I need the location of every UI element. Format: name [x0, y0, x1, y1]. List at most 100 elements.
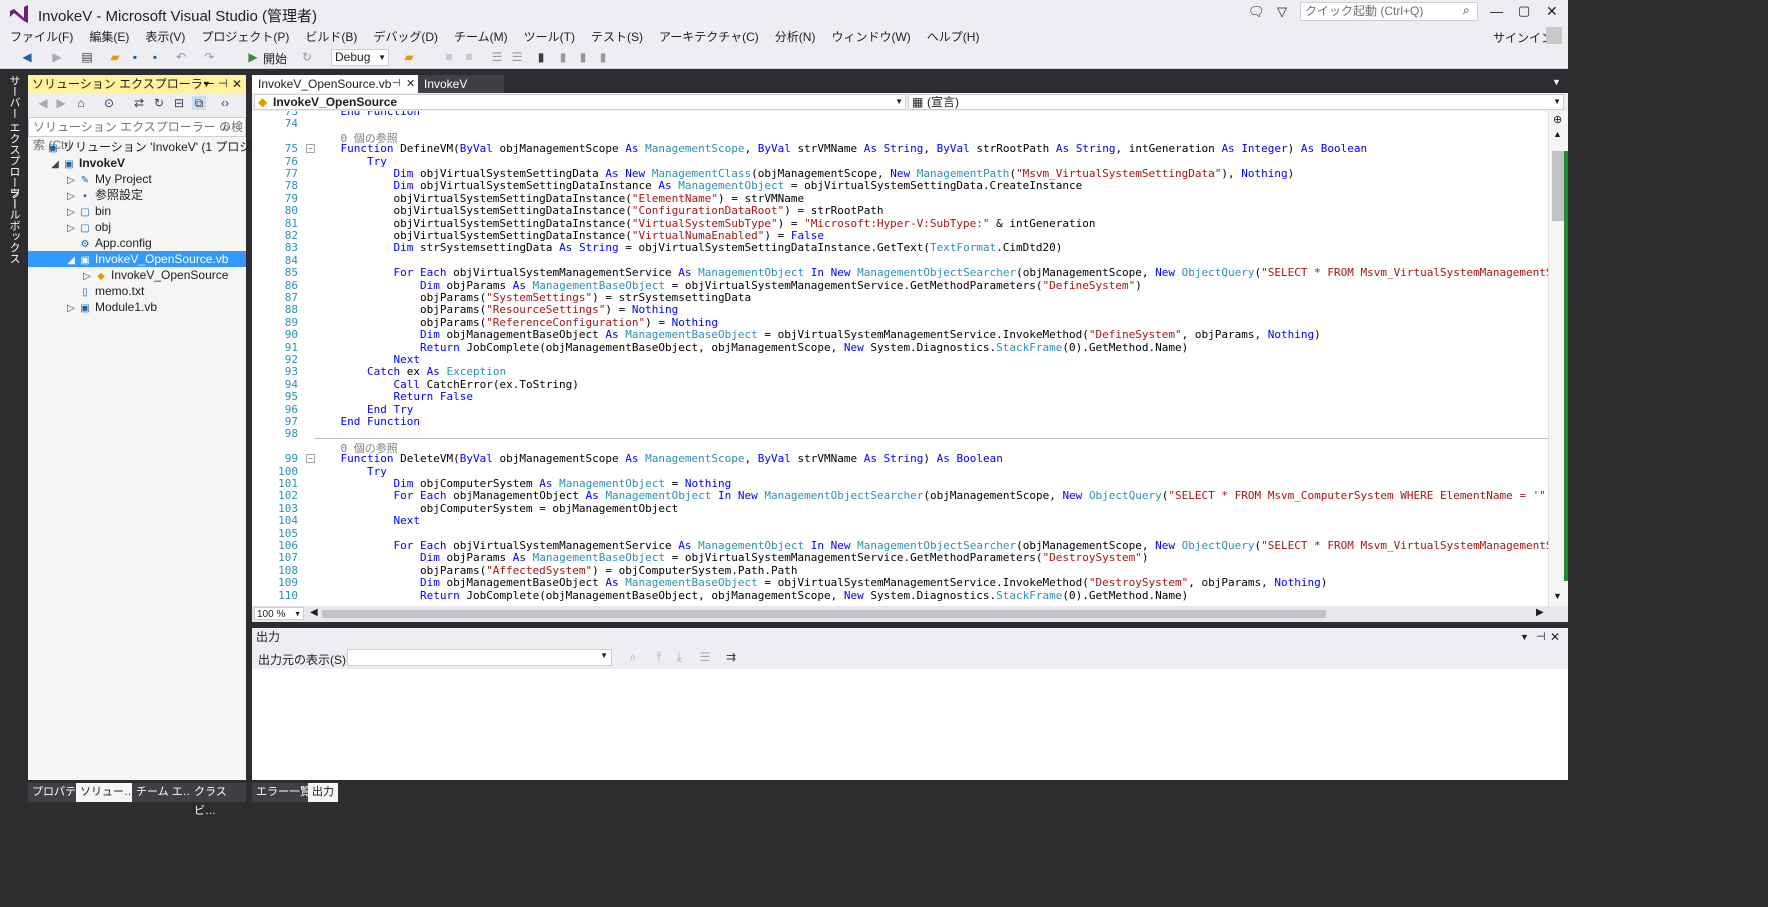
new-project-icon[interactable]: ▤ — [80, 50, 94, 64]
code-line[interactable]: End Function — [314, 415, 420, 428]
solution-explorer-tab[interactable]: ソリュー… — [76, 783, 139, 802]
menu-item[interactable]: プロジェクト(P) — [193, 28, 297, 46]
code-line[interactable]: For Each objManagementObject As Manageme… — [314, 489, 1548, 502]
code-line[interactable]: Dim objVirtualSystemSettingDataInstance … — [314, 179, 1082, 192]
editor-horizontal-scrollbar[interactable]: 100 % ▼ ◀ ▶ — [252, 606, 1568, 622]
clear-bookmarks-icon[interactable]: ▮ — [596, 50, 610, 64]
horizontal-scroll-thumb[interactable] — [322, 610, 1326, 618]
code-line[interactable]: Dim objManagementBaseObject As Managemen… — [314, 328, 1321, 341]
tree-item[interactable]: ▷ ▪ 参照設定 — [28, 187, 246, 203]
code-line[interactable]: Call CatchError(ex.ToString) — [314, 378, 578, 391]
next-bookmark-icon[interactable]: ▮ — [576, 50, 590, 64]
output-source-select[interactable]: ▼ — [347, 649, 612, 666]
zoom-level-select[interactable]: 100 % ▼ — [254, 607, 304, 620]
tree-item[interactable]: ▷ ▢ bin — [28, 203, 246, 219]
expander-icon[interactable]: ▷ — [64, 301, 78, 317]
undo-icon[interactable]: ↶ — [174, 50, 188, 64]
code-line[interactable]: Return JobComplete(objManagementBaseObje… — [314, 589, 1188, 602]
menu-item[interactable]: デバッグ(D) — [365, 28, 446, 46]
collapse-all-icon[interactable]: ⊟ — [172, 96, 186, 110]
code-line[interactable]: Dim objVirtualSystemSettingData As New M… — [314, 167, 1294, 180]
back-icon[interactable]: ◀ — [20, 50, 34, 64]
sync-icon[interactable]: ⇄ — [132, 96, 146, 110]
menu-item[interactable]: ヘルプ(H) — [919, 28, 988, 46]
start-button[interactable]: 開始 — [263, 50, 287, 67]
feedback-icon[interactable]: ▽ — [1277, 4, 1287, 20]
code-line[interactable]: End Function — [314, 111, 420, 118]
panel-close-icon[interactable]: ✕ — [1550, 628, 1560, 647]
output-tab[interactable]: 出力 — [308, 783, 338, 802]
error-list-tab[interactable]: エラー一覧 — [252, 783, 315, 802]
tree-item[interactable]: ▣ ソリューション 'InvokeV' (1 プロジェクト) — [28, 139, 291, 155]
code-line[interactable]: objParams("AffectedSystem") = objCompute… — [314, 564, 798, 577]
code-area[interactable]: End Function 0 個の参照 Function DefineVM(By… — [252, 111, 1548, 606]
scrollbar-thumb[interactable] — [1552, 151, 1564, 221]
comment-icon[interactable]: ☰ — [490, 50, 504, 64]
class-view-tab[interactable]: クラス ビ… — [190, 783, 246, 817]
back-icon[interactable]: ◀ — [36, 96, 50, 110]
tab-invokev-opensource-vb[interactable]: InvokeV_OpenSource.vb ⊣ ✕ — [252, 75, 418, 93]
pin-icon[interactable]: ⊣ — [1536, 628, 1546, 647]
uncomment-icon[interactable]: ☰ — [510, 50, 524, 64]
editor-vertical-scrollbar[interactable]: ⊕ ▲ ▼ — [1548, 111, 1568, 606]
forward-icon[interactable]: ▶ — [50, 50, 64, 64]
code-line[interactable]: Catch ex As Exception — [314, 365, 506, 378]
menu-item[interactable]: アーキテクチャ(C) — [651, 28, 767, 46]
code-line[interactable]: objVirtualSystemSettingDataInstance("Con… — [314, 204, 883, 217]
scroll-up-icon[interactable]: ▲ — [1553, 129, 1562, 139]
code-line[interactable]: Next — [314, 514, 420, 527]
tab-invokev[interactable]: InvokeV — [418, 75, 504, 93]
pending-changes-filter-icon[interactable]: ⊙ — [102, 96, 116, 110]
solution-configuration-select[interactable]: Debug ▼ — [331, 49, 389, 66]
close-button[interactable]: ✕ — [1546, 3, 1558, 20]
code-line[interactable]: End Try — [314, 403, 413, 416]
code-line[interactable]: objVirtualSystemSettingDataInstance("Vir… — [314, 217, 1095, 230]
menu-item[interactable]: 表示(V) — [137, 28, 193, 46]
go-to-previous-icon[interactable]: ⤒ — [652, 650, 666, 664]
solution-explorer-search-input[interactable]: ソリューション エクスプローラー の検索 (Ctrl ⌕ — [28, 117, 246, 152]
menu-item[interactable]: ウィンドウ(W) — [823, 28, 918, 46]
type-dropdown[interactable]: ◆ InvokeV_OpenSource ▼ — [254, 94, 906, 110]
code-line[interactable]: Function DeleteVM(ByVal objManagementSco… — [314, 452, 1003, 465]
code-line[interactable]: objComputerSystem = objManagementObject — [314, 502, 678, 515]
refresh-icon[interactable]: ↻ — [152, 96, 166, 110]
member-dropdown[interactable]: ▦ (宣言) ▼ — [908, 94, 1564, 110]
code-line[interactable]: Function DefineVM(ByVal objManagementSco… — [314, 142, 1368, 155]
code-line[interactable]: objParams("ResourceSettings") = Nothing — [314, 303, 678, 316]
code-line[interactable]: Dim objManagementBaseObject As Managemen… — [314, 576, 1327, 589]
code-line[interactable]: For Each objVirtualSystemManagementServi… — [314, 266, 1548, 279]
indent-icon[interactable]: ≡ — [442, 50, 456, 64]
save-icon[interactable]: ▪ — [128, 50, 142, 64]
tree-item[interactable]: ◢ ▣ InvokeV_OpenSource.vb — [28, 251, 246, 267]
redo-icon[interactable]: ↷ — [202, 50, 216, 64]
pin-icon[interactable]: ⊣ — [392, 75, 401, 93]
code-line[interactable]: objParams("SystemSettings") = strSystems… — [314, 291, 751, 304]
bookmark-icon[interactable]: ▮ — [534, 50, 548, 64]
user-avatar-icon[interactable] — [1546, 27, 1562, 44]
menu-item[interactable]: チーム(M) — [446, 28, 516, 46]
code-line[interactable]: Dim strSystemsettingData As String = obj… — [314, 241, 1062, 254]
split-window-icon[interactable]: ⊕ — [1553, 113, 1562, 126]
quick-launch-input[interactable]: クイック起動 (Ctrl+Q) — [1300, 2, 1478, 21]
code-line[interactable]: Try — [314, 465, 387, 478]
show-all-files-icon[interactable]: ⧉ — [192, 96, 206, 110]
find-message-icon[interactable]: ⌕ — [626, 650, 640, 664]
code-line[interactable]: For Each objVirtualSystemManagementServi… — [314, 539, 1548, 552]
word-wrap-icon[interactable]: ⇉ — [724, 650, 738, 664]
home-icon[interactable]: ⌂ — [74, 96, 88, 110]
code-line[interactable]: Next — [314, 353, 420, 366]
tab-close-icon[interactable]: ✕ — [406, 75, 415, 93]
view-code-icon[interactable]: ‹› — [218, 96, 232, 110]
code-line[interactable]: Try — [314, 155, 387, 168]
menu-item[interactable]: ファイル(F) — [2, 28, 81, 46]
toolbox-tab[interactable]: ツールボックス — [6, 187, 22, 264]
pin-icon[interactable]: ⊣ — [218, 75, 228, 93]
scroll-left-icon[interactable]: ◀ — [310, 607, 318, 618]
maximize-button[interactable]: ▢ — [1518, 3, 1530, 19]
code-line[interactable]: objVirtualSystemSettingDataInstance("Ele… — [314, 192, 804, 205]
save-all-icon[interactable]: ▪ — [148, 50, 162, 64]
panel-menu-icon[interactable]: ▼ — [202, 75, 211, 93]
team-explorer-tab[interactable]: チーム エ… — [132, 783, 198, 802]
code-line[interactable]: Dim objComputerSystem As ManagementObjec… — [314, 477, 731, 490]
sign-in-link[interactable]: サインイン — [1493, 29, 1553, 46]
